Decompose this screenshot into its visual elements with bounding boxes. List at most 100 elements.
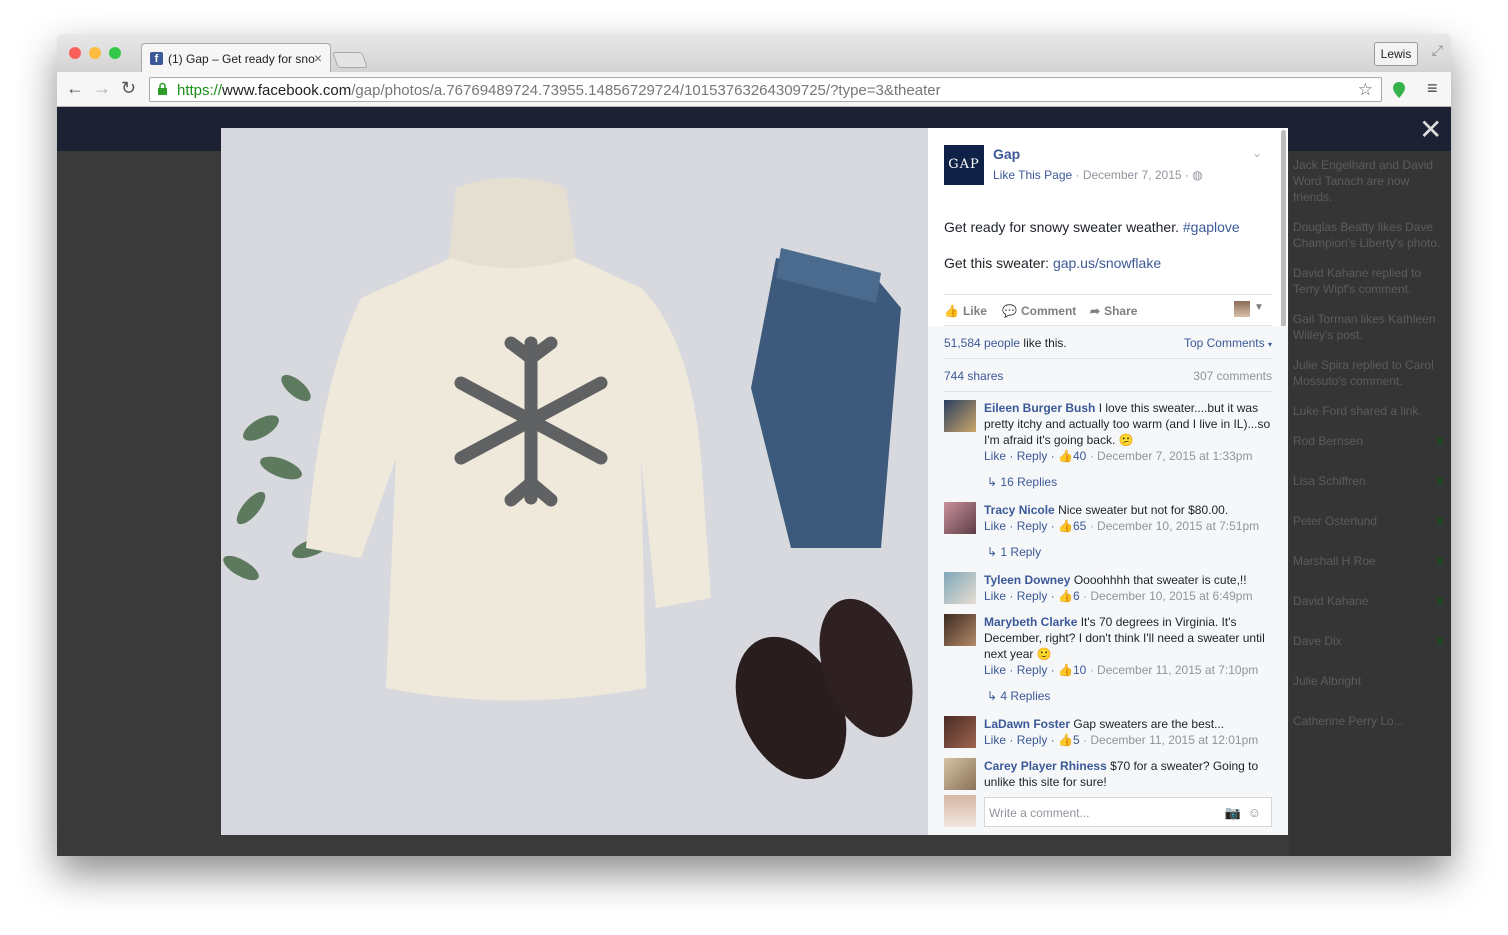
gap-logo[interactable]: GAP [944, 145, 984, 185]
share-button-label: Share [1104, 304, 1138, 318]
post-options-chevron-icon[interactable]: ⌄ [1252, 146, 1262, 160]
comment-date[interactable]: December 10, 2015 at 7:51pm [1097, 519, 1259, 533]
reload-icon[interactable]: ↻ [121, 78, 136, 99]
chat-contact-name: Rod Bernsen [1293, 434, 1364, 448]
online-dot-icon [1437, 638, 1443, 644]
ticker-item[interactable]: Luke Ford shared a link. [1293, 403, 1443, 419]
ticker-item[interactable]: Douglas Beatty likes Dave Champion's Lib… [1293, 219, 1443, 251]
close-theater-icon[interactable]: ✕ [1419, 113, 1442, 146]
comment-reply-link[interactable]: Reply [1017, 663, 1048, 677]
commenter-name[interactable]: Eileen Burger Bush [984, 401, 1095, 415]
comment-date[interactable]: December 11, 2015 at 12:01pm [1090, 733, 1258, 747]
commenter-avatar[interactable] [944, 716, 976, 748]
commenter-avatar[interactable] [944, 572, 976, 604]
ticker-item[interactable]: Julie Spira replied to Carol Mossuto's c… [1293, 357, 1443, 389]
view-replies-link[interactable]: ↳ 1 Reply [987, 545, 1041, 559]
comment-like-link[interactable]: Like [984, 519, 1006, 533]
chat-contact[interactable]: Lisa Schiffren [1293, 473, 1443, 489]
comment-date[interactable]: December 11, 2015 at 7:10pm [1097, 663, 1258, 677]
commenter-avatar[interactable] [944, 758, 976, 790]
chat-contact[interactable]: Marshall H Roe [1293, 553, 1443, 569]
comment-reply-link[interactable]: Reply [1017, 589, 1048, 603]
menu-icon[interactable]: ≡ [1427, 78, 1438, 99]
comment-button[interactable]: 💬 Comment [1002, 304, 1076, 318]
commenter-avatar[interactable] [944, 502, 976, 534]
top-comments-dropdown[interactable]: Top Comments ▾ [1184, 336, 1272, 350]
close-window-button[interactable] [69, 47, 81, 59]
fullscreen-icon[interactable]: ⤢ [1432, 42, 1443, 59]
commenter-name[interactable]: Marybeth Clarke [984, 615, 1077, 629]
chat-contact-name: Julie Albright [1293, 674, 1362, 688]
shares-link[interactable]: 744 shares [944, 369, 1003, 383]
url-path: /gap/photos/a.76769489724.73955.14856729… [351, 82, 941, 99]
comment-reply-link[interactable]: Reply [1017, 449, 1048, 463]
comment-date[interactable]: December 7, 2015 at 1:33pm [1097, 449, 1252, 463]
comment-like-count[interactable]: 40 [1073, 449, 1086, 463]
comment-like-link[interactable]: Like [984, 663, 1006, 677]
chat-contact[interactable]: David Kahane [1293, 593, 1443, 609]
page-name-link[interactable]: Gap [993, 146, 1020, 162]
chat-contact[interactable]: Peter Osterlund [1293, 513, 1443, 529]
camera-icon[interactable]: 📷 [1225, 805, 1241, 821]
write-comment-input[interactable]: Write a comment... 📷 ☺ [984, 797, 1272, 827]
viewer-avatar[interactable] [1234, 301, 1250, 317]
commenter-name[interactable]: LaDawn Foster [984, 717, 1070, 731]
comment-like-count[interactable]: 5 [1073, 733, 1080, 747]
ticker-item[interactable]: Gail Torman likes Kathleen Willey's post… [1293, 311, 1443, 343]
ticker-item[interactable]: Jack Engelhard and David Word Tanach are… [1293, 157, 1443, 205]
commenter-name[interactable]: Tracy Nicole [984, 503, 1055, 517]
profile-button[interactable]: Lewis [1374, 42, 1418, 66]
comment-reply-link[interactable]: Reply [1017, 733, 1048, 747]
minimize-window-button[interactable] [89, 47, 101, 59]
like-page-link[interactable]: Like This Page [993, 168, 1072, 182]
extension-icon[interactable] [1392, 81, 1406, 99]
emoji-icon[interactable]: ☺ [1248, 805, 1261, 820]
hashtag-link[interactable]: #gaplove [1183, 219, 1240, 235]
comment-like-link[interactable]: Like [984, 589, 1006, 603]
comment-like-count[interactable]: 10 [1073, 663, 1086, 677]
comment-reply-link[interactable]: Reply [1017, 519, 1048, 533]
page-viewport: Jack Engelhard and David Word Tanach are… [57, 107, 1451, 856]
commenter-name[interactable]: Carey Player Rhiness [984, 759, 1107, 773]
comment-date[interactable]: December 10, 2015 at 6:49pm [1090, 589, 1252, 603]
post-text-line2: Get this sweater: [944, 255, 1053, 271]
view-replies-link[interactable]: ↳ 4 Replies [987, 689, 1050, 703]
post-date[interactable]: December 7, 2015 [1083, 168, 1182, 182]
back-icon[interactable]: ← [66, 78, 84, 99]
chat-contact[interactable]: Julie Albright [1293, 673, 1443, 689]
maximize-window-button[interactable] [109, 47, 121, 59]
my-avatar[interactable] [944, 795, 976, 827]
write-comment-placeholder: Write a comment... [989, 806, 1090, 820]
share-button[interactable]: ➦ Share [1090, 304, 1137, 318]
commenter-avatar[interactable] [944, 614, 976, 646]
ticker-item[interactable]: David Kahane replied to Terry Wipf's com… [1293, 265, 1443, 297]
like-button[interactable]: 👍 Like [944, 304, 987, 318]
address-bar[interactable]: https://www.facebook.com/gap/photos/a.76… [149, 77, 1382, 102]
forward-icon[interactable]: → [93, 78, 111, 99]
comment-like-link[interactable]: Like [984, 733, 1006, 747]
sweater-photo-image [221, 128, 928, 835]
bookmark-star-icon[interactable]: ☆ [1358, 80, 1373, 100]
browser-tab[interactable]: f (1) Gap – Get ready for sno × [141, 43, 331, 72]
comment-like-count[interactable]: 6 [1073, 589, 1080, 603]
close-tab-icon[interactable]: × [314, 50, 322, 66]
like-button-label: Like [962, 304, 987, 318]
new-tab-button[interactable] [332, 52, 368, 68]
replies-label: 1 Reply [1000, 545, 1042, 559]
post-photo[interactable] [221, 128, 928, 835]
comment-like-link[interactable]: Like [984, 449, 1006, 463]
chat-contact[interactable]: Rod Bernsen [1293, 433, 1443, 449]
chat-contact[interactable]: Catherine Perry Lo... [1293, 713, 1443, 729]
view-replies-link[interactable]: ↳ 16 Replies [987, 475, 1057, 489]
post-text-line1: Get ready for snowy sweater weather. [944, 219, 1183, 235]
likes-count-link[interactable]: 51,584 people [944, 336, 1020, 350]
globe-icon: ◍ [1192, 168, 1203, 182]
commenter-name[interactable]: Tyleen Downey [984, 573, 1070, 587]
comments-count[interactable]: 307 comments [1193, 369, 1272, 383]
commenter-avatar[interactable] [944, 400, 976, 432]
snowflake-link[interactable]: gap.us/snowflake [1053, 255, 1161, 271]
comment-like-count[interactable]: 65 [1073, 519, 1086, 533]
chat-contact[interactable]: Dave Dix [1293, 633, 1443, 649]
avatar-dropdown-icon[interactable]: ▼ [1254, 302, 1264, 313]
tab-title: (1) Gap – Get ready for sno [168, 52, 315, 66]
